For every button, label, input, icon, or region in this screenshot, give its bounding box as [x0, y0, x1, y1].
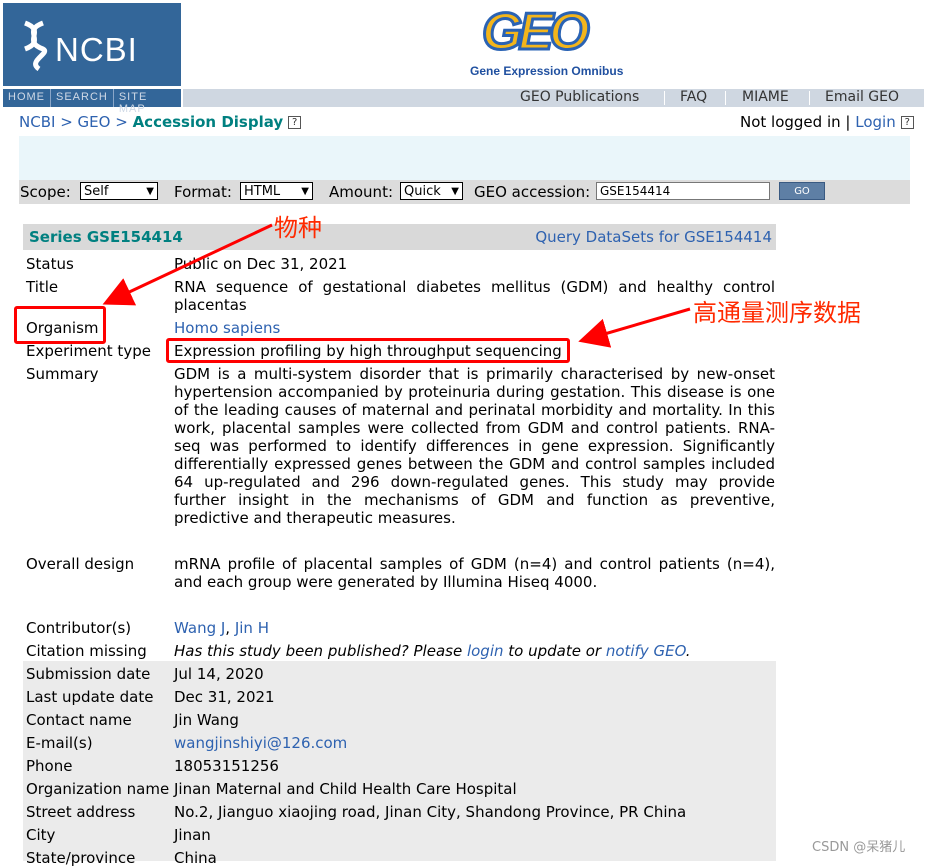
sequencing-arrow: [578, 307, 691, 348]
watermark: CSDN @呆猪儿: [812, 840, 906, 855]
sequencing-annotation: 高通量测序数据: [693, 299, 861, 327]
species-annotation: 物种: [274, 214, 322, 242]
annotation-arrows: [102, 223, 691, 348]
species-arrow: [102, 223, 273, 306]
